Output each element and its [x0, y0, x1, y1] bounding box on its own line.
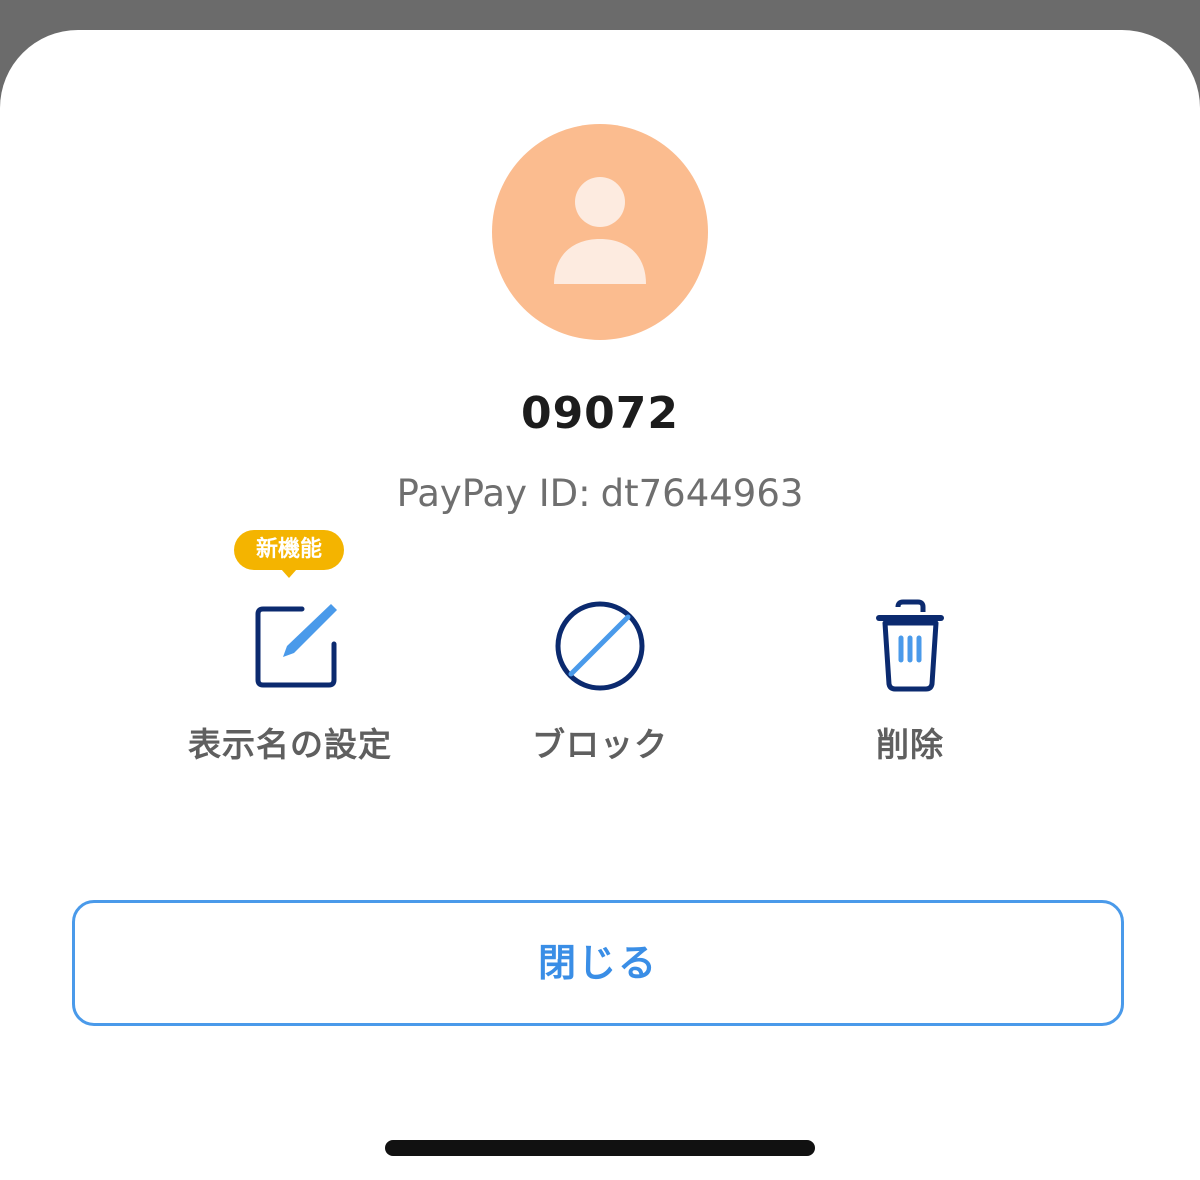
block-icon — [555, 601, 645, 691]
new-feature-badge: 新機能 — [234, 530, 344, 570]
home-indicator — [385, 1140, 815, 1156]
paypay-id: PayPay ID: dt7644963 — [0, 472, 1200, 515]
paypay-id-value: dt7644963 — [600, 472, 804, 515]
delete-label: 削除 — [876, 725, 944, 764]
contact-name: 09072 — [520, 388, 680, 439]
edit-icon — [255, 604, 337, 688]
paypay-id-label: PayPay ID: — [396, 472, 591, 515]
block-label: ブロック — [532, 725, 668, 764]
delete-button[interactable]: 削除 — [780, 596, 1040, 776]
set-display-name-label: 表示名の設定 — [188, 725, 392, 764]
block-button[interactable]: ブロック — [470, 596, 730, 776]
set-display-name-button[interactable]: 表示名の設定 — [160, 596, 420, 776]
bottom-sheet: 09072 PayPay ID: dt7644963 新機能 表示名の設定 ブロッ… — [0, 30, 1200, 1180]
user-silhouette-icon — [554, 177, 646, 284]
close-button[interactable]: 閉じる — [72, 900, 1124, 1026]
avatar — [492, 124, 708, 340]
badge-tail — [281, 569, 297, 578]
trash-icon — [876, 599, 944, 692]
